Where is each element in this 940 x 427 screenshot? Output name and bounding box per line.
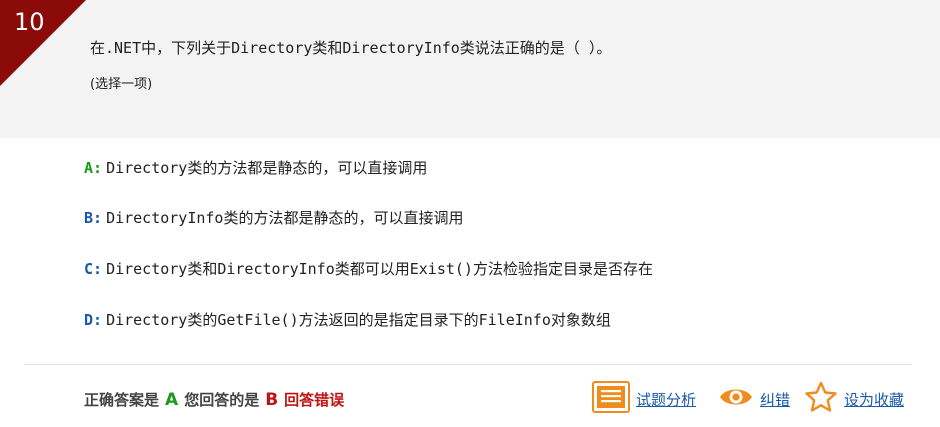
option-key: B: [84, 209, 103, 227]
correct-answer: A [165, 390, 179, 410]
option-c[interactable]: C: Directory类和DirectoryInfo类都可以用Exist()方法… [84, 258, 653, 280]
option-key: C: [84, 260, 103, 278]
option-key: A: [84, 159, 103, 177]
analysis-button[interactable]: 试题分析 [592, 381, 696, 417]
question-type-label: (选择一项) [90, 77, 153, 92]
star-icon [804, 381, 838, 417]
question-block: 10 在.NET中，下列关于Directory类和DirectoryInfo类说… [0, 0, 940, 138]
divider [24, 364, 912, 365]
question-number: 10 [14, 8, 45, 36]
option-text: Directory类的GetFile()方法返回的是指定目录下的FileInfo… [106, 311, 611, 329]
option-text: DirectoryInfo类的方法都是静态的，可以直接调用 [106, 209, 464, 227]
option-text: Directory类和DirectoryInfo类都可以用Exist()方法检验… [106, 260, 653, 278]
action-bar: 试题分析 纠错 设为收藏 [592, 381, 922, 417]
analysis-label[interactable]: 试题分析 [636, 389, 696, 410]
report-error-label[interactable]: 纠错 [760, 389, 790, 410]
report-error-button[interactable]: 纠错 [718, 382, 790, 416]
answer-verdict: 回答错误 [284, 391, 345, 409]
favorite-button[interactable]: 设为收藏 [804, 381, 904, 417]
eye-icon [718, 384, 754, 414]
correct-answer-prefix: 正确答案是 [84, 391, 160, 409]
favorite-label[interactable]: 设为收藏 [844, 389, 904, 410]
option-a[interactable]: A: Directory类的方法都是静态的，可以直接调用 [84, 157, 427, 179]
option-text: Directory类的方法都是静态的，可以直接调用 [106, 159, 428, 177]
document-list-icon [592, 381, 630, 417]
given-answer-prefix: 您回答的是 [184, 391, 260, 409]
given-answer: B [265, 390, 279, 410]
answer-result: 正确答案是 A 您回答的是 B 回答错误 [84, 389, 344, 411]
option-d[interactable]: D: Directory类的GetFile()方法返回的是指定目录下的FileIn… [84, 309, 611, 331]
option-key: D: [84, 311, 103, 329]
option-b[interactable]: B: DirectoryInfo类的方法都是静态的，可以直接调用 [84, 207, 463, 229]
question-text: 在.NET中，下列关于Directory类和DirectoryInfo类说法正确… [90, 39, 612, 57]
